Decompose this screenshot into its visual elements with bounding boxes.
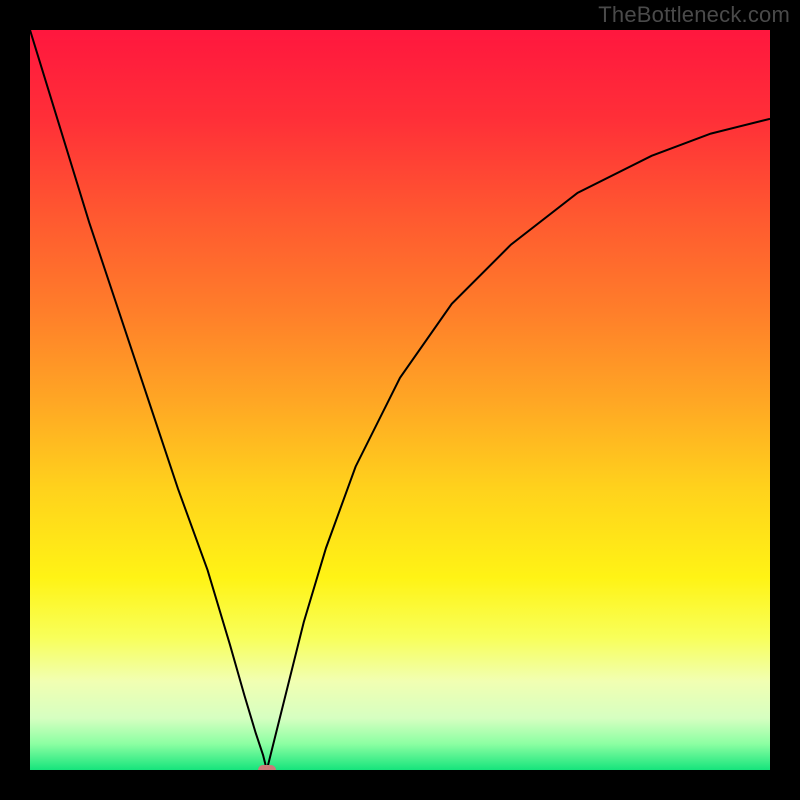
chart-frame: TheBottleneck.com — [0, 0, 800, 800]
optimum-marker — [258, 765, 276, 770]
bottleneck-curve — [30, 30, 770, 770]
watermark-text: TheBottleneck.com — [598, 2, 790, 28]
curve-layer — [30, 30, 770, 770]
plot-area — [30, 30, 770, 770]
